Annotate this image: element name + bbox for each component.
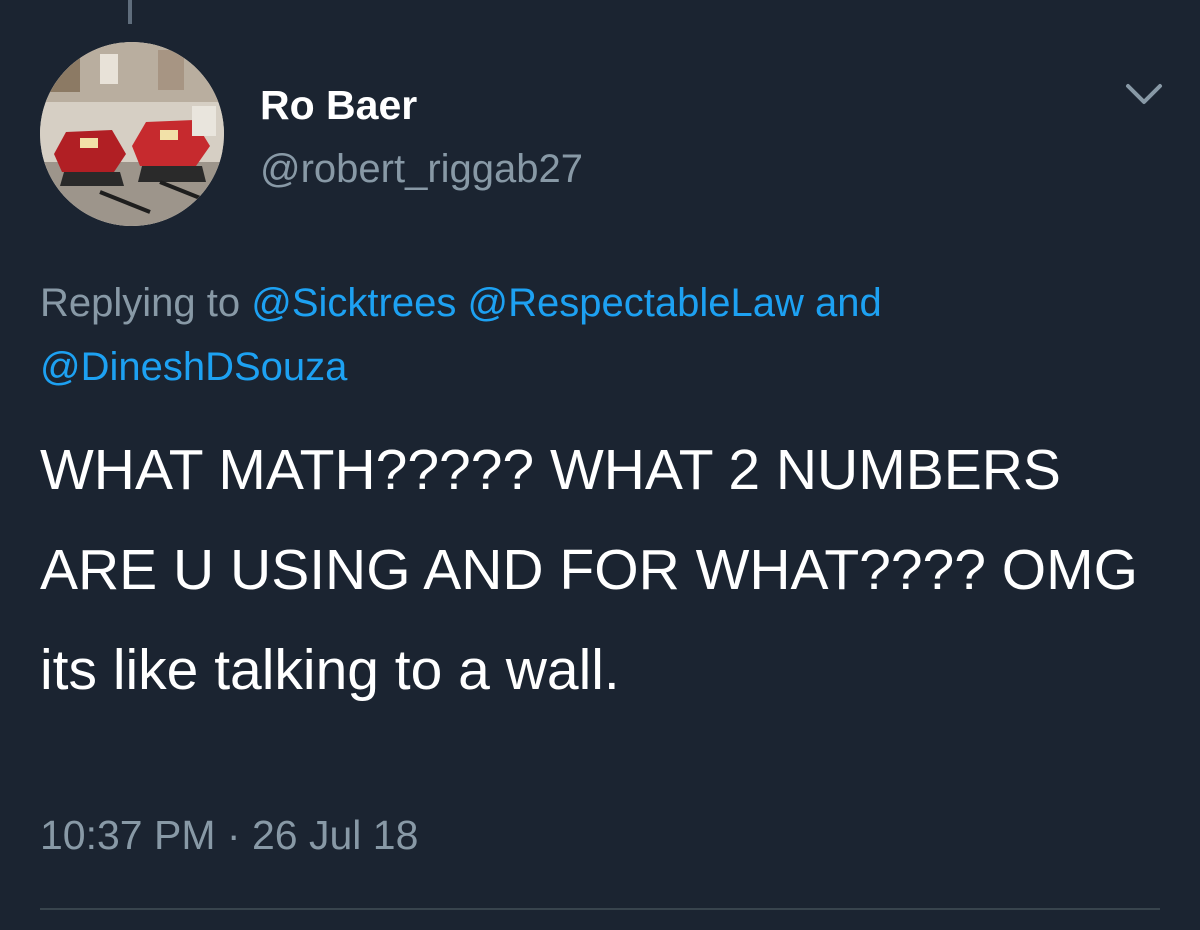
avatar-image [40, 42, 224, 226]
mention-sicktrees[interactable]: @Sicktrees [251, 281, 456, 325]
mention-conjunction[interactable]: and [815, 281, 882, 325]
avatar[interactable] [40, 42, 224, 226]
tweet-card: Ro Baer @robert_riggab27 Replying to @Si… [0, 0, 1200, 930]
tweet-time-link[interactable]: 10:37 PM [40, 812, 216, 858]
tweet-timestamp: 10:37 PM · 26 Jul 18 [40, 812, 418, 859]
tweet-date-link[interactable]: 26 Jul 18 [252, 812, 418, 858]
thread-connector-line [128, 0, 132, 24]
author-display-name[interactable]: Ro Baer [260, 82, 417, 129]
mention-dineshdsouza[interactable]: @DineshDSouza [40, 345, 347, 389]
author-handle[interactable]: @robert_riggab27 [260, 147, 583, 192]
divider [40, 908, 1160, 910]
timestamp-separator: · [226, 812, 241, 858]
tweet-text: WHAT MATH????? WHAT 2 NUMBERS ARE U USIN… [40, 438, 1138, 702]
chevron-down-icon[interactable] [1120, 78, 1168, 112]
mention-respectablelaw[interactable]: @RespectableLaw [467, 281, 803, 325]
replying-to-label: Replying to [40, 281, 241, 325]
replying-to-line: Replying to @Sicktrees @RespectableLaw a… [40, 271, 1160, 399]
